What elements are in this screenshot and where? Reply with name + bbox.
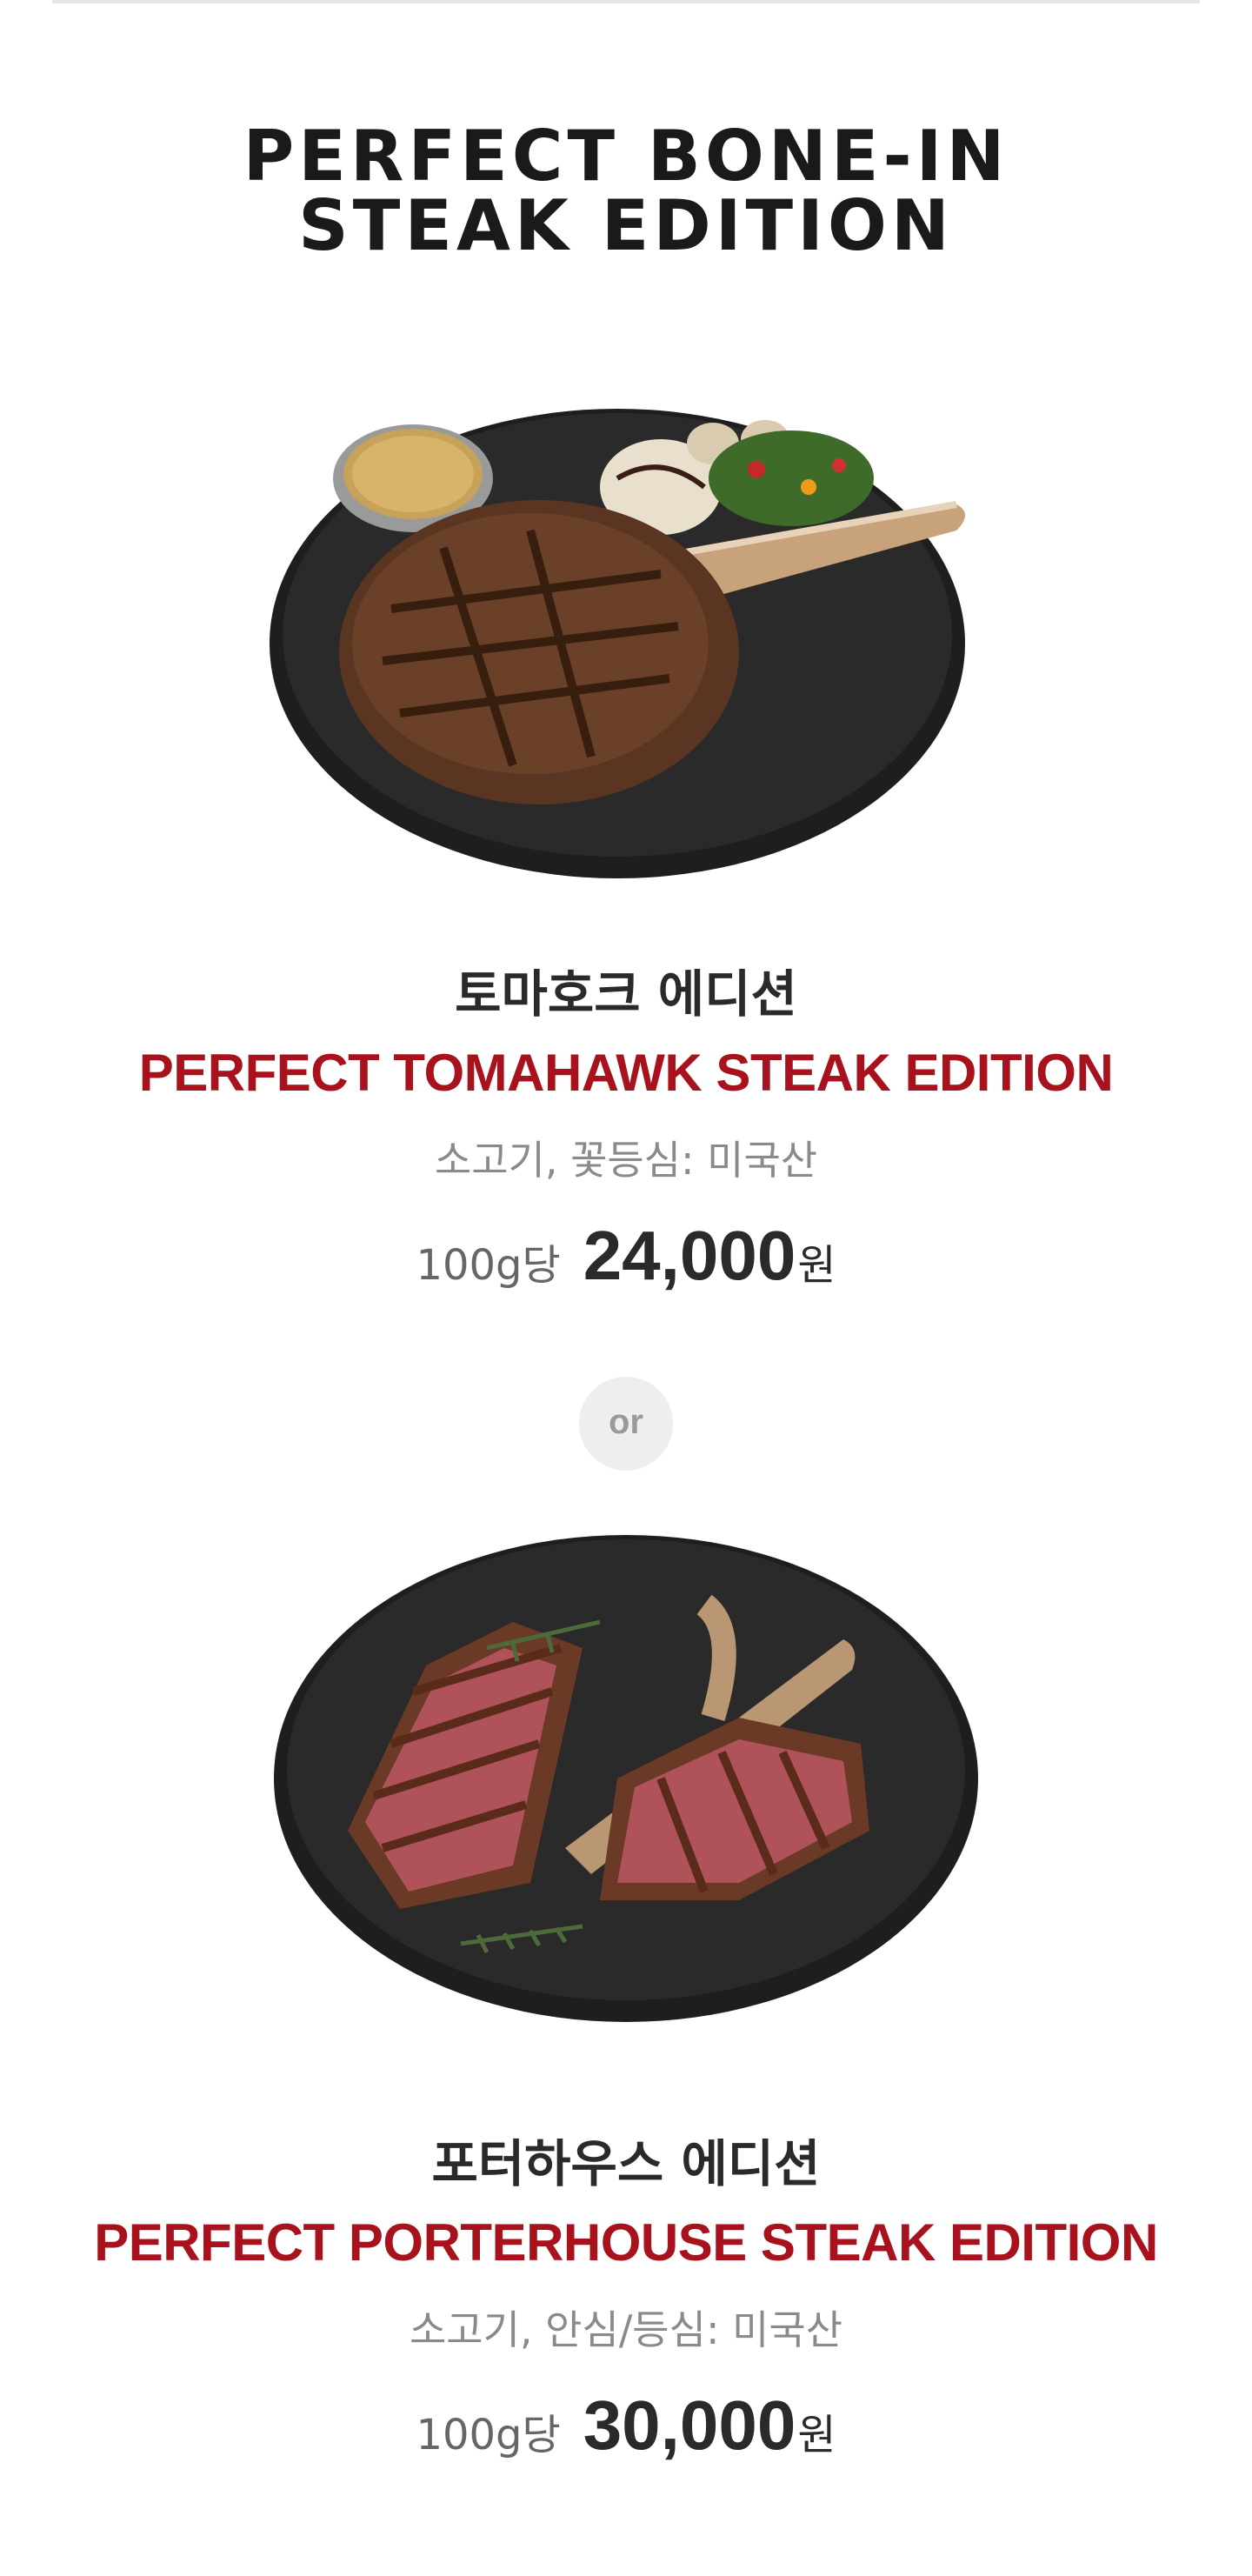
- product-name-kr: 포터하우스 에디션: [431, 2134, 821, 2193]
- or-separator-badge: or: [579, 1377, 673, 1471]
- top-divider: [52, 0, 1200, 3]
- price-currency: 원: [797, 1241, 836, 1290]
- porterhouse-steak-image: [0, 1518, 1252, 2092]
- product-origin: 소고기, 꽃등심: 미국산: [434, 1137, 818, 1184]
- section-title: PERFECT BONE-IN STEAK EDITION: [0, 122, 1252, 261]
- product-name-en: PERFECT PORTERHOUSE STEAK EDITION: [94, 2213, 1158, 2272]
- price-currency: 원: [797, 2411, 836, 2459]
- product-card-porterhouse: 포터하우스 에디션 PERFECT PORTERHOUSE STEAK EDIT…: [0, 1518, 1252, 2469]
- porterhouse-plate-illustration: [274, 1535, 978, 2022]
- section-title-line1: PERFECT BONE-IN: [243, 116, 1009, 197]
- price-unit-label: 100g당: [416, 2411, 561, 2459]
- price-value: 30,000: [583, 2386, 796, 2464]
- price-row: 100g당 30,000원: [0, 2382, 1252, 2469]
- product-name-kr: 토마호크 에디션: [455, 964, 797, 1024]
- tomahawk-steak-image: [0, 348, 1252, 922]
- product-card-tomahawk: 토마호크 에디션 PERFECT TOMAHAWK STEAK EDITION …: [0, 348, 1252, 1299]
- product-origin: 소고기, 안심/등심: 미국산: [409, 2306, 843, 2353]
- price-unit-label: 100g당: [416, 1241, 561, 1290]
- section-title-line2: STEAK EDITION: [298, 185, 954, 266]
- product-name-en: PERFECT TOMAHAWK STEAK EDITION: [138, 1044, 1114, 1102]
- price-value: 24,000: [583, 1217, 796, 1294]
- tomahawk-plate-illustration: [270, 409, 965, 878]
- price-row: 100g당 24,000원: [0, 1212, 1252, 1299]
